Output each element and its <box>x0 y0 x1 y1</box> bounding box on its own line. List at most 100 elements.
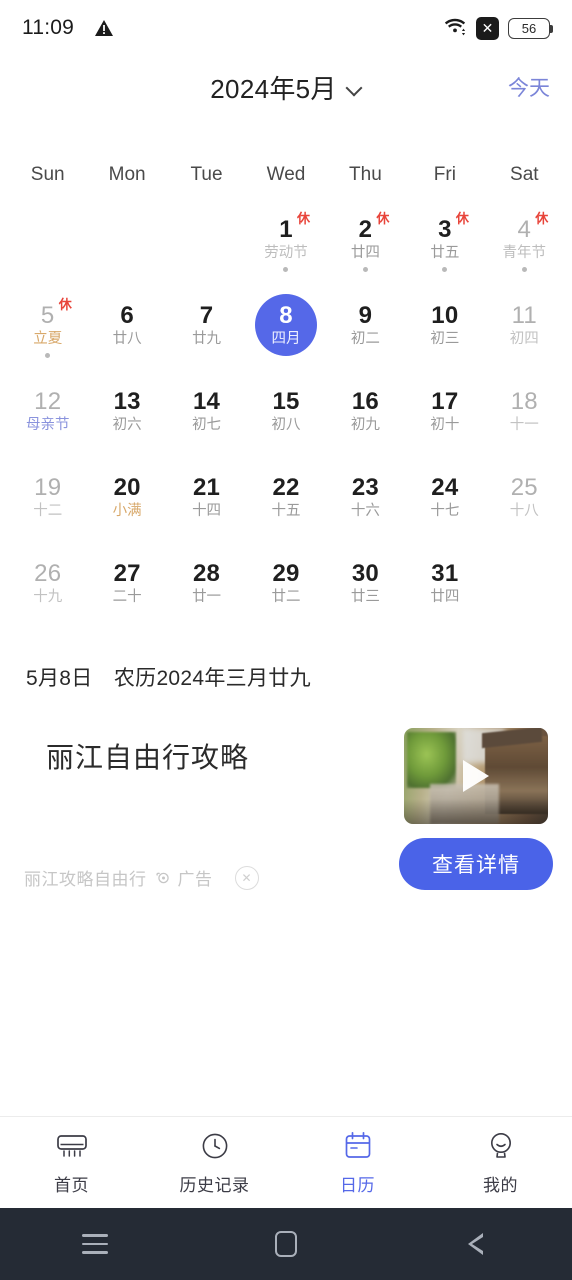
rest-badge: 休 <box>455 211 469 226</box>
day-lunar-label: 廿二 <box>271 589 301 606</box>
calendar: Sun Mon Tue Wed Thu Fri Sat 休 1 劳动节休 2 廿四休 3 廿五休 4 青年节… <box>0 118 572 640</box>
month-picker[interactable]: 2024年5月 <box>210 69 361 106</box>
day-cell[interactable]: 18 十一 <box>485 382 564 468</box>
play-icon[interactable] <box>463 760 489 792</box>
day-cell[interactable]: 20 小满 <box>87 468 166 554</box>
day-cell[interactable]: 16 初九 <box>326 382 405 468</box>
day-number: 10 <box>431 302 459 329</box>
day-lunar-label: 二十 <box>112 589 142 606</box>
view-details-button[interactable]: 查看详情 <box>399 838 553 890</box>
day-cell[interactable]: 28 廿一 <box>167 554 246 640</box>
day-cell[interactable]: 9 初二 <box>326 296 405 382</box>
calendar-icon <box>344 1129 372 1163</box>
day-lunar-label: 十五 <box>271 503 301 520</box>
day-cell[interactable]: 29 廿二 <box>246 554 325 640</box>
tab-calendar[interactable]: 日历 <box>286 1129 429 1196</box>
tab-home[interactable]: 首页 <box>0 1129 143 1196</box>
day-cell[interactable]: 12 母亲节 <box>8 382 87 468</box>
day-number: 29 <box>272 560 300 587</box>
ad-card[interactable]: 丽江自由行攻略 丽江攻略自由行 广告 ✕ 查看详情 <box>0 728 572 898</box>
day-cell[interactable]: 8 四月 <box>246 294 325 382</box>
day-cell[interactable]: 14 初七 <box>167 382 246 468</box>
day-cell[interactable]: 26 十九 <box>8 554 87 640</box>
day-lunar-label: 立夏 <box>33 331 63 348</box>
day-number: 8 <box>279 302 293 329</box>
day-cell[interactable]: 22 十五 <box>246 468 325 554</box>
day-cell[interactable]: 27 二十 <box>87 554 166 640</box>
weekday-wed: Wed <box>266 164 306 185</box>
day-cell[interactable]: 休 3 廿五 <box>405 210 484 296</box>
tab-mine[interactable]: 我的 <box>429 1129 572 1196</box>
thumb-shade <box>404 799 548 824</box>
chevron-down-icon <box>347 80 362 95</box>
day-cell-empty <box>87 210 166 296</box>
weekday-sun: Sun <box>30 164 65 185</box>
day-cell[interactable]: 休 2 廿四 <box>326 210 405 296</box>
day-lunar-label: 青年节 <box>502 245 547 262</box>
day-lunar-label: 四月 <box>271 331 301 348</box>
day-lunar-label: 十四 <box>192 503 222 520</box>
day-cell[interactable]: 7 廿九 <box>167 296 246 382</box>
day-number: 31 <box>431 560 459 587</box>
day-number: 4 <box>517 216 532 243</box>
weekday-sat: Sat <box>510 164 539 185</box>
day-cell[interactable]: 24 十七 <box>405 468 484 554</box>
day-number: 3 <box>438 216 452 243</box>
day-number: 18 <box>510 388 538 415</box>
day-cell[interactable]: 休 4 青年节 <box>485 210 564 296</box>
day-cell[interactable]: 6 廿八 <box>87 296 166 382</box>
day-lunar-label: 十一 <box>509 417 539 434</box>
day-cell[interactable]: 30 廿三 <box>326 554 405 640</box>
android-nav-bar <box>0 1208 572 1280</box>
home-button[interactable] <box>191 1231 382 1257</box>
battery-level: 56 <box>521 20 537 36</box>
warning-triangle-icon <box>94 18 114 38</box>
recents-button[interactable] <box>0 1234 191 1254</box>
day-cell[interactable]: 15 初八 <box>246 382 325 468</box>
day-number: 1 <box>279 216 293 243</box>
ad-video-thumbnail[interactable] <box>404 728 548 824</box>
day-number: 17 <box>431 388 459 415</box>
phone-screen: 11:09 ✕ 56 2024年5月 今天 Sun Mon Tue Wed Th… <box>0 0 572 1280</box>
rest-badge: 休 <box>535 211 549 226</box>
home-square-icon <box>274 1231 297 1257</box>
day-cell[interactable]: 23 十六 <box>326 468 405 554</box>
day-number: 7 <box>199 302 214 329</box>
day-lunar-label: 母亲节 <box>25 417 70 434</box>
day-number: 30 <box>351 560 379 587</box>
day-number: 28 <box>193 560 221 587</box>
day-cell[interactable]: 休 1 劳动节 <box>246 210 325 296</box>
day-number: 6 <box>120 302 134 329</box>
day-cell[interactable]: 31 廿四 <box>405 554 484 640</box>
day-cell[interactable]: 11 初四 <box>485 296 564 382</box>
bottom-tab-bar: 首页 历史记录 日历 我的 <box>0 1116 572 1208</box>
rest-badge: 休 <box>376 211 390 226</box>
day-lunar-label: 劳动节 <box>264 245 308 262</box>
day-lunar-label: 十七 <box>430 503 460 520</box>
weekday-mon: Mon <box>108 164 146 185</box>
day-cell[interactable]: 17 初十 <box>405 382 484 468</box>
clock-icon <box>200 1129 230 1163</box>
close-icon[interactable]: ✕ <box>234 865 259 890</box>
day-cell[interactable]: 10 初三 <box>405 296 484 382</box>
tab-history[interactable]: 历史记录 <box>143 1129 286 1196</box>
today-button[interactable]: 今天 <box>508 72 550 102</box>
status-time: 11:09 <box>22 16 74 39</box>
day-cell[interactable]: 休 5 立夏 <box>8 296 87 382</box>
day-number: 2 <box>358 216 373 243</box>
day-cell[interactable]: 19 十二 <box>8 468 87 554</box>
status-bar: 11:09 ✕ 56 <box>0 0 572 56</box>
day-lunar-label: 初十 <box>430 417 460 434</box>
day-number: 27 <box>113 560 141 587</box>
day-cell-empty <box>485 554 564 640</box>
day-number: 9 <box>358 302 373 329</box>
day-cell[interactable]: 25 十八 <box>485 468 564 554</box>
day-cell[interactable]: 13 初六 <box>87 382 166 468</box>
tab-history-label: 历史记录 <box>179 1176 250 1195</box>
day-lunar-label: 初二 <box>350 331 380 348</box>
day-cell-empty <box>8 210 87 296</box>
view-details-label: 查看详情 <box>432 854 520 877</box>
day-lunar-label: 初四 <box>509 331 539 348</box>
day-cell[interactable]: 21 十四 <box>167 468 246 554</box>
back-button[interactable] <box>381 1233 572 1255</box>
